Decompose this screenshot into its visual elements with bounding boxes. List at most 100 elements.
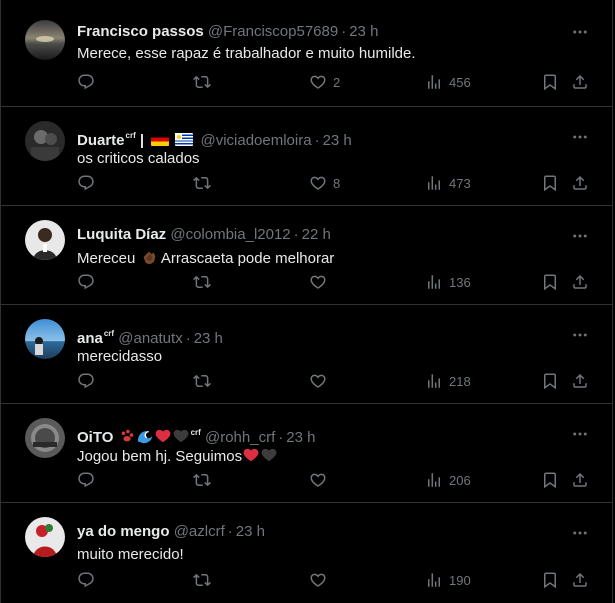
share-icon — [571, 174, 589, 192]
retweet-icon — [193, 571, 211, 589]
author-handle[interactable]: @anatutx — [118, 330, 182, 347]
retweet-button[interactable] — [193, 570, 217, 590]
like-button[interactable]: 8 — [309, 173, 340, 193]
timestamp[interactable]: 23 h — [286, 429, 315, 446]
share-icon — [571, 471, 589, 489]
share-button[interactable] — [571, 72, 589, 92]
like-button[interactable] — [309, 570, 333, 590]
retweet-button[interactable] — [193, 72, 217, 92]
timestamp[interactable]: 23 h — [194, 330, 223, 347]
bookmark-button[interactable] — [541, 173, 559, 193]
author-handle[interactable]: @rohh_crf — [205, 429, 275, 446]
tweet[interactable]: Duartecrf | @viciadoemloira · 23 h os crit… — [1, 107, 612, 206]
bookmark-button[interactable] — [541, 470, 559, 490]
reply-button[interactable] — [77, 272, 101, 292]
author-handle[interactable]: @viciadoemloira — [200, 132, 311, 149]
author-name[interactable]: OiTO — [77, 429, 113, 446]
timestamp[interactable]: 22 h — [302, 226, 331, 243]
share-button[interactable] — [571, 470, 589, 490]
share-button[interactable] — [571, 272, 589, 292]
avatar[interactable] — [25, 121, 65, 161]
tweet[interactable]: ya do mengo @azlcrf · 23 h muito merecido!… — [1, 503, 612, 602]
reply-button[interactable] — [77, 173, 101, 193]
author-name[interactable]: Luquita Díaz — [77, 226, 166, 243]
author-handle[interactable]: @Franciscop57689 — [208, 23, 338, 40]
tweet-text: os criticos calados — [77, 150, 200, 167]
bookmark-icon — [541, 174, 559, 192]
bookmark-button[interactable] — [541, 72, 559, 92]
avatar[interactable] — [25, 319, 65, 359]
more-button[interactable] — [570, 226, 590, 246]
views-button[interactable]: 456 — [425, 72, 471, 92]
avatar[interactable] — [25, 418, 65, 458]
timestamp[interactable]: 23 h — [236, 523, 265, 540]
tweet-actions: 206 — [1, 470, 612, 490]
avatar[interactable] — [25, 20, 65, 60]
reply-icon — [77, 372, 95, 390]
tweet[interactable]: anacrf @anatutx · 23 h merecidasso 218 — [1, 305, 612, 404]
reply-button[interactable] — [77, 371, 101, 391]
bookmark-icon — [541, 273, 559, 291]
views-button[interactable]: 218 — [425, 371, 471, 391]
tweet-text: Jogou bem hj. Seguimos — [77, 446, 278, 467]
share-button[interactable] — [571, 371, 589, 391]
avatar[interactable] — [25, 220, 65, 260]
like-button[interactable] — [309, 470, 333, 490]
like-button[interactable] — [309, 272, 333, 292]
bookmark-button[interactable] — [541, 371, 559, 391]
views-button[interactable]: 473 — [425, 173, 471, 193]
more-icon — [571, 425, 589, 443]
author-handle[interactable]: @colombia_l2012 — [170, 226, 290, 243]
retweet-button[interactable] — [193, 470, 217, 490]
author-badge: crf — [125, 131, 136, 140]
author-handle[interactable]: @azlcrf — [174, 523, 225, 540]
author-name[interactable]: Duarte — [77, 132, 125, 149]
timestamp[interactable]: 23 h — [323, 132, 352, 149]
reply-button[interactable] — [77, 470, 101, 490]
reply-icon — [77, 73, 95, 91]
heart-icon — [309, 571, 327, 589]
reply-button[interactable] — [77, 72, 101, 92]
more-button[interactable] — [570, 325, 590, 345]
tweet[interactable]: Francisco passos @Franciscop57689 · 23 h M… — [1, 0, 612, 107]
tweet-header: ya do mengo @azlcrf · 23 h — [77, 522, 562, 542]
more-button[interactable] — [570, 127, 590, 147]
more-button[interactable] — [570, 22, 590, 42]
author-name[interactable]: Francisco passos — [77, 23, 204, 40]
retweet-icon — [193, 73, 211, 91]
heart-icon — [309, 73, 327, 91]
view-count: 206 — [449, 472, 471, 488]
retweet-button[interactable] — [193, 173, 217, 193]
tweet[interactable]: OiTO crf @rohh_crf · 23 h Jogou bem hj. Se… — [1, 404, 612, 503]
tweet-header: OiTO crf @rohh_crf · 23 h — [77, 423, 562, 446]
reply-button[interactable] — [77, 570, 101, 590]
like-button[interactable]: 2 — [309, 72, 340, 92]
heart-icon — [309, 273, 327, 291]
author-name[interactable]: ya do mengo — [77, 523, 170, 540]
author-badge: crf — [190, 428, 201, 437]
retweet-button[interactable] — [193, 272, 217, 292]
bookmark-button[interactable] — [541, 570, 559, 590]
tweet-header: Luquita Díaz @colombia_l2012 · 22 h — [77, 225, 562, 245]
views-button[interactable]: 136 — [425, 272, 471, 292]
retweet-button[interactable] — [193, 371, 217, 391]
retweet-icon — [193, 273, 211, 291]
views-button[interactable]: 190 — [425, 570, 471, 590]
views-button[interactable]: 206 — [425, 470, 471, 490]
views-icon — [425, 174, 443, 192]
separator-dot: · — [227, 523, 233, 540]
view-count: 218 — [449, 373, 471, 389]
retweet-icon — [193, 372, 211, 390]
more-button[interactable] — [570, 424, 590, 444]
like-button[interactable] — [309, 371, 333, 391]
more-button[interactable] — [570, 523, 590, 543]
timestamp[interactable]: 23 h — [349, 23, 378, 40]
author-name[interactable]: ana — [77, 330, 103, 347]
separator-dot: · — [185, 330, 191, 347]
share-button[interactable] — [571, 570, 589, 590]
tweet[interactable]: Luquita Díaz @colombia_l2012 · 22 h Merece… — [1, 206, 612, 305]
share-button[interactable] — [571, 173, 589, 193]
avatar[interactable] — [25, 517, 65, 557]
share-icon — [571, 273, 589, 291]
bookmark-button[interactable] — [541, 272, 559, 292]
